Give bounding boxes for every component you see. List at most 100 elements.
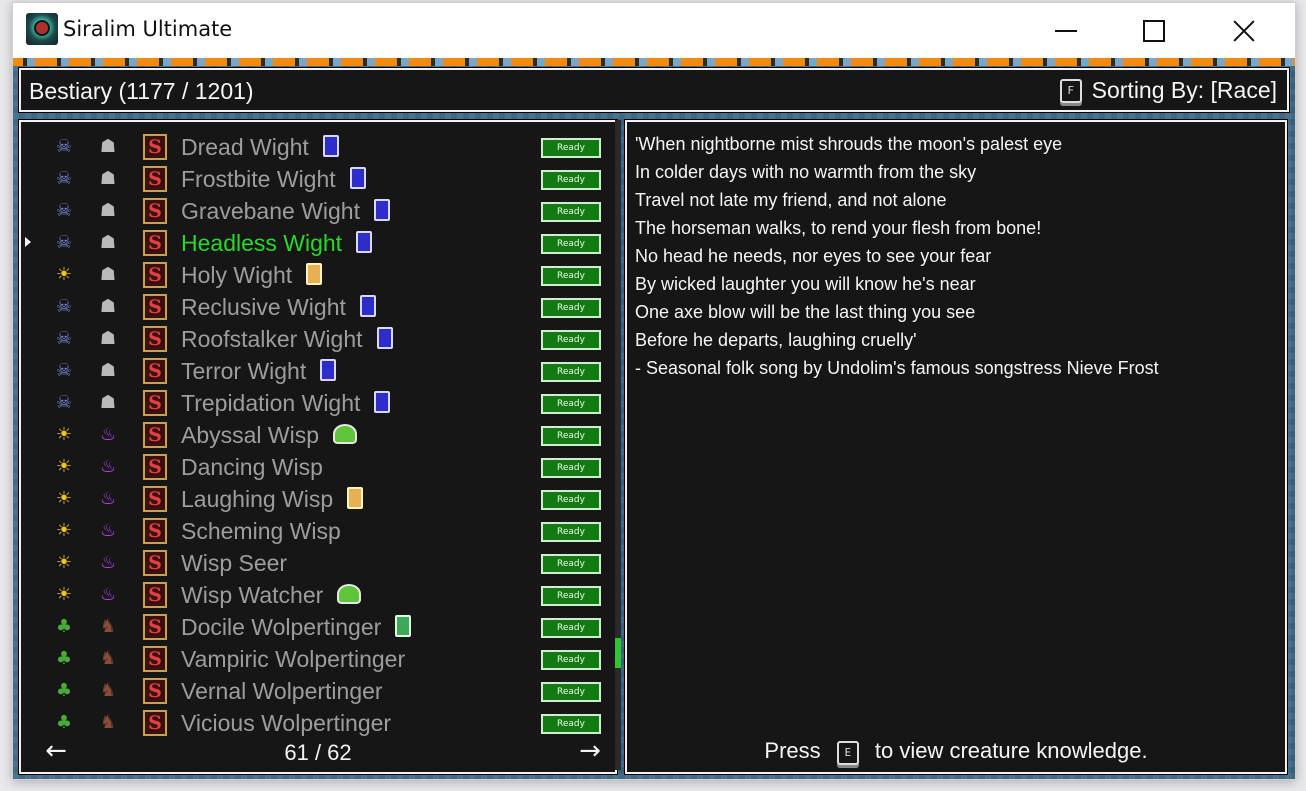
leaf-icon: ♣ [55, 680, 73, 701]
list-item[interactable]: ☠ ☗ S Reclusive Wight Ready [21, 290, 615, 322]
scrollbar-thumb[interactable] [615, 638, 621, 668]
maximize-button[interactable] [1109, 3, 1199, 58]
wight-head-icon: ☗ [99, 200, 117, 221]
trait-card-icon [347, 486, 364, 509]
knowledge-prompt: Press E to view creature knowledge. [627, 738, 1285, 767]
skill-icon: S [143, 326, 167, 352]
ready-badge[interactable]: Ready [541, 714, 601, 734]
list-item[interactable]: ☀ ♨ S Laughing Wisp Ready [21, 482, 615, 514]
trait-card-icon [322, 134, 339, 157]
skill-icon: S [143, 294, 167, 320]
ready-badge[interactable]: Ready [541, 266, 601, 286]
sun-icon: ☀ [55, 488, 73, 509]
list-scrollbar[interactable] [615, 120, 621, 770]
ready-badge[interactable]: Ready [541, 362, 601, 382]
app-window: Siralim Ultimate Bestiary (1177 / 1201) … [12, 2, 1296, 780]
window-title: Siralim Ultimate [63, 17, 233, 41]
list-item[interactable]: ☠ ☗ S Roofstalker Wight Ready [21, 322, 615, 354]
lore-line: Before he departs, laughing cruelly' [635, 330, 917, 350]
next-page-button[interactable]: → [573, 736, 607, 766]
ready-badge[interactable]: Ready [541, 394, 601, 414]
ready-badge[interactable]: Ready [541, 234, 601, 254]
trait-card-icon [376, 326, 393, 349]
bestiary-header: Bestiary (1177 / 1201) F Sorting By: [Ra… [19, 68, 1289, 112]
skull-orb-icon: ☠ [55, 168, 73, 189]
title-bar[interactable]: Siralim Ultimate [13, 3, 1295, 58]
ready-badge[interactable]: Ready [541, 554, 601, 574]
list-item[interactable]: ☠ ☗ S Terror Wight Ready [21, 354, 615, 386]
list-item[interactable]: ☀ ☗ S Holy Wight Ready [21, 258, 615, 290]
creature-name: Vernal Wolpertinger [181, 678, 383, 705]
list-item[interactable]: ☠ ☗ S Dread Wight Ready [21, 130, 615, 162]
skill-icon: S [143, 582, 167, 608]
creature-name-label: Roofstalker Wight [181, 326, 363, 352]
creature-name: Vicious Wolpertinger [181, 710, 391, 737]
skull-orb-icon: ☠ [55, 232, 73, 253]
flame-icon: ♨ [99, 456, 117, 477]
creature-name-label: Laughing Wisp [181, 486, 334, 512]
trait-card-icon [395, 614, 412, 637]
leaf-icon: ♣ [55, 648, 73, 669]
ready-badge[interactable]: Ready [541, 618, 601, 638]
creature-name: Wisp Watcher [181, 582, 362, 609]
creature-name: Wisp Seer [181, 550, 287, 577]
list-item[interactable]: ☀ ♨ S Wisp Watcher Ready [21, 578, 615, 610]
wight-head-icon: ☗ [99, 264, 117, 285]
skull-orb-icon: ☠ [55, 200, 73, 221]
ready-badge[interactable]: Ready [541, 650, 601, 670]
creature-name: Holy Wight [181, 262, 323, 289]
creature-name: Vampiric Wolpertinger [181, 646, 405, 673]
ready-badge[interactable]: Ready [541, 458, 601, 478]
ready-badge[interactable]: Ready [541, 170, 601, 190]
creature-name-label: Vernal Wolpertinger [181, 678, 383, 704]
trait-card-icon [306, 262, 323, 285]
sun-icon: ☀ [55, 552, 73, 573]
skull-orb-icon: ☠ [55, 136, 73, 157]
ready-badge[interactable]: Ready [541, 586, 601, 606]
skull-orb-icon: ☠ [55, 328, 73, 349]
list-item[interactable]: ♣ ♞ S Vicious Wolpertinger Ready [21, 706, 615, 738]
list-item[interactable]: ☠ ☗ S Frostbite Wight Ready [21, 162, 615, 194]
ready-badge[interactable]: Ready [541, 138, 601, 158]
sort-control[interactable]: F Sorting By: [Race] [1059, 77, 1277, 104]
list-item[interactable]: ☠ ☗ S Gravebane Wight Ready [21, 194, 615, 226]
ready-badge[interactable]: Ready [541, 330, 601, 350]
ready-badge[interactable]: Ready [541, 522, 601, 542]
ready-badge[interactable]: Ready [541, 298, 601, 318]
list-item[interactable]: ☠ ☗ S Headless Wight Ready [21, 226, 615, 258]
leaf-icon: ♣ [55, 712, 73, 733]
minimize-button[interactable] [1021, 3, 1111, 58]
list-item[interactable]: ♣ ♞ S Vernal Wolpertinger Ready [21, 674, 615, 706]
lore-line: The horseman walks, to rend your flesh f… [635, 218, 1042, 238]
sun-icon: ☀ [55, 424, 73, 445]
lore-line: Travel not late my friend, and not alone [635, 190, 947, 210]
list-item[interactable]: ☠ ☗ S Trepidation Wight Ready [21, 386, 615, 418]
horned-rabbit-icon: ♞ [99, 648, 117, 669]
list-item[interactable]: ☀ ♨ S Scheming Wisp Ready [21, 514, 615, 546]
press-prefix: Press [764, 738, 821, 763]
page-indicator: 61 / 62 [284, 740, 352, 765]
ready-badge[interactable]: Ready [541, 490, 601, 510]
skill-icon: S [143, 614, 167, 640]
skill-icon: S [143, 390, 167, 416]
lore-line: By wicked laughter you will know he's ne… [635, 274, 976, 294]
list-item[interactable]: ☀ ♨ S Abyssal Wisp Ready [21, 418, 615, 450]
list-item[interactable]: ☀ ♨ S Dancing Wisp Ready [21, 450, 615, 482]
creature-name: Laughing Wisp [181, 486, 364, 513]
list-item[interactable]: ☀ ♨ S Wisp Seer Ready [21, 546, 615, 578]
list-item[interactable]: ♣ ♞ S Vampiric Wolpertinger Ready [21, 642, 615, 674]
creature-name: Docile Wolpertinger [181, 614, 412, 641]
close-button[interactable] [1199, 3, 1289, 58]
skill-icon: S [143, 486, 167, 512]
skill-icon: S [143, 518, 167, 544]
ready-badge[interactable]: Ready [541, 426, 601, 446]
skull-orb-icon: ☠ [55, 360, 73, 381]
skill-icon: S [143, 710, 167, 736]
ready-badge[interactable]: Ready [541, 682, 601, 702]
skill-icon: S [143, 422, 167, 448]
list-item[interactable]: ♣ ♞ S Docile Wolpertinger Ready [21, 610, 615, 642]
keyboard-key-icon: F [1059, 78, 1082, 103]
skill-icon: S [143, 166, 167, 192]
ready-badge[interactable]: Ready [541, 202, 601, 222]
pagination: ← 61 / 62 → [21, 736, 615, 770]
